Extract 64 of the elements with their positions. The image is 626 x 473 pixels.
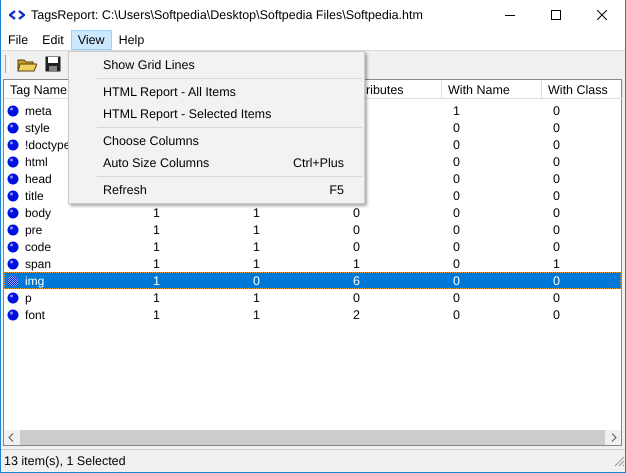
table-cell-text: 1 [252, 205, 261, 221]
table-cell-text: 1 [152, 256, 161, 272]
table-cell-text: 1 [252, 256, 261, 272]
table-cell-text: 0 [552, 290, 561, 306]
tag-name: p [24, 291, 33, 305]
table-cell-text: 0 [552, 205, 561, 221]
tag-name: span [24, 257, 52, 271]
table-cell-text: 0 [552, 103, 561, 119]
table-cell-text: 0 [552, 171, 561, 187]
table-cell-text: 0 [352, 222, 361, 238]
table-cell-text: 0 [352, 205, 361, 221]
table-cell-text: 0 [452, 256, 461, 272]
status-text: 13 item(s), 1 Selected [4, 454, 126, 468]
tag-name: meta [24, 104, 53, 118]
table-cell-text: 0 [452, 120, 461, 136]
tag-name: title [24, 189, 45, 203]
table-cell-text: 0 [552, 137, 561, 153]
tag-name: style [24, 121, 51, 135]
shortcut-label: Ctrl+Plus [292, 156, 344, 170]
table-cell-text: 0 [452, 137, 461, 153]
table-cell-text: 0 [452, 290, 461, 306]
table-cell-text: 0 [452, 239, 461, 255]
table-cell-text: 1 [252, 239, 261, 255]
table-cell-text: 0 [352, 239, 361, 255]
table-cell-text: 0 [552, 222, 561, 238]
table-cell-text: 1 [152, 205, 161, 221]
shortcut-label: F5 [329, 183, 344, 197]
tag-name: body [24, 206, 52, 220]
table-cell-text: 0 [452, 205, 461, 221]
table-cell-text: 0 [452, 171, 461, 187]
table-cell-text: 1 [152, 222, 161, 238]
table-cell-text: 0 [552, 154, 561, 170]
table-cell-text: 0 [552, 120, 561, 136]
table-cell-text: 0 [452, 222, 461, 238]
table-cell-text: 1 [552, 256, 561, 272]
tag-name: head [24, 172, 53, 186]
table-cell-text: 1 [352, 256, 361, 272]
window-title: TagsReport: C:\Users\Softpedia\Desktop\Softpedia Files\Softpedia.htm [30, 8, 424, 22]
tag-name: img [24, 274, 46, 288]
table-cell-text: 2 [352, 307, 361, 323]
tag-name: code [24, 240, 52, 254]
table-cell-text: 1 [252, 307, 261, 323]
table-cell-text: 0 [552, 273, 561, 289]
table-cell-text: 1 [252, 290, 261, 306]
table-cell-text: 1 [152, 239, 161, 255]
table-cell-text: 0 [352, 290, 361, 306]
tag-name: font [24, 308, 46, 322]
tag-name: !doctype [24, 138, 72, 152]
table-cell-text: 6 [352, 273, 361, 289]
table-cell-text: 0 [552, 307, 561, 323]
table-cell-text: 0 [452, 273, 461, 289]
table-cell-text: 0 [552, 188, 561, 204]
table-cell-text: 1 [452, 103, 461, 119]
table-cell-text: 0 [252, 273, 261, 289]
table-cell-text: 0 [452, 307, 461, 323]
tag-name: html [24, 155, 49, 169]
table-cell-text: 0 [452, 154, 461, 170]
table-cell-text: 1 [152, 273, 161, 289]
table-cell-text: 0 [452, 188, 461, 204]
table-cell-text: 1 [152, 290, 161, 306]
table-cell-text: 0 [552, 239, 561, 255]
tag-name: pre [24, 223, 44, 237]
table-cell-text: 1 [252, 222, 261, 238]
table-cell-text: 1 [152, 307, 161, 323]
